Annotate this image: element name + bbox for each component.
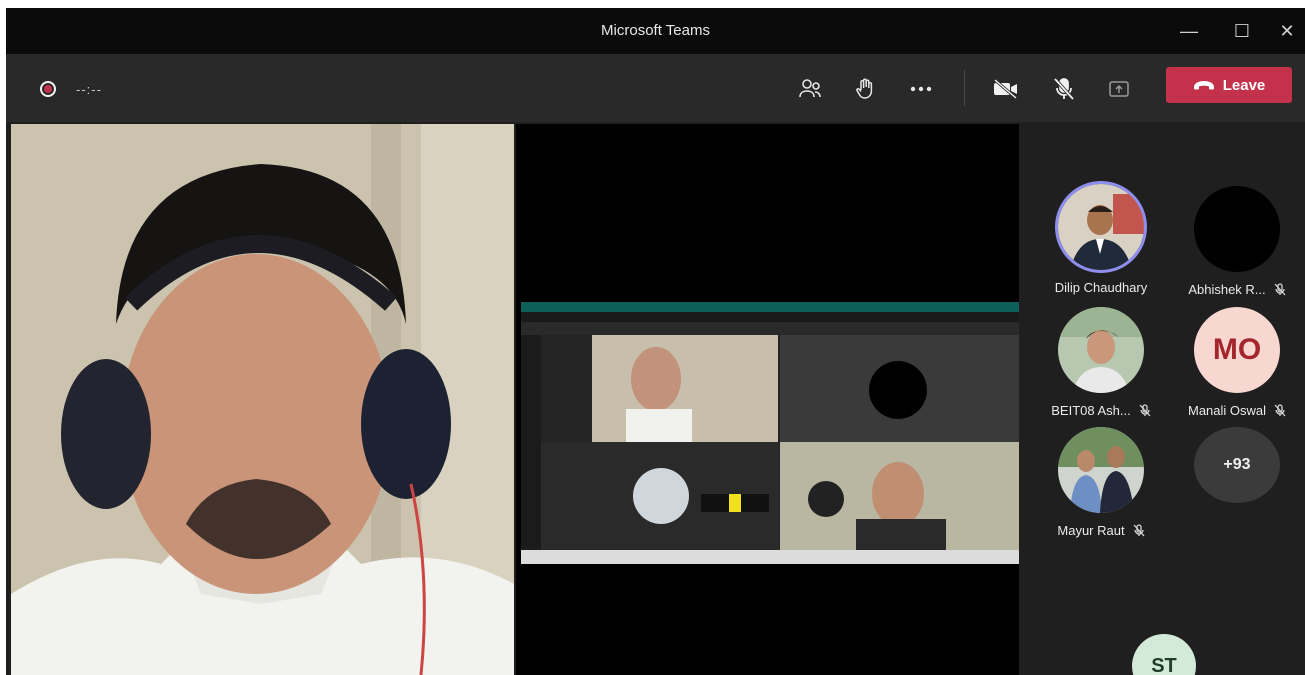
- toolbar-divider: [964, 70, 965, 106]
- teams-window: Microsoft Teams — ☐ ✕ --:-- Leave Dilip …: [6, 8, 1305, 675]
- camera-off-icon: [994, 79, 1017, 99]
- participant-name: BEIT08 Ash...: [1051, 403, 1131, 418]
- shared-screen-frame: [516, 124, 1019, 675]
- title-bar: Microsoft Teams — ☐ ✕: [6, 8, 1305, 54]
- mic-off-icon: [1139, 404, 1151, 417]
- avatar: [1058, 307, 1144, 393]
- meeting-timer: --:--: [76, 82, 102, 97]
- mic-off-icon: [1274, 283, 1286, 296]
- camera-toggle-button[interactable]: [986, 70, 1026, 108]
- participant-name: Manali Oswal: [1187, 403, 1267, 418]
- maximize-button[interactable]: ☐: [1227, 18, 1257, 44]
- participant-name-row: Dilip Chaudhary: [1031, 280, 1171, 295]
- minimize-button[interactable]: —: [1174, 18, 1204, 44]
- phone-icon: [1193, 81, 1214, 90]
- window-title: Microsoft Teams: [601, 22, 710, 39]
- raise-hand-button[interactable]: [846, 70, 886, 108]
- avatar-initials: MO: [1194, 307, 1280, 393]
- participant-name-row: Abhishek R...: [1167, 282, 1305, 297]
- meeting-toolbar: --:--: [6, 54, 1305, 122]
- participant-video-main[interactable]: [11, 124, 514, 675]
- mic-toggle-button[interactable]: [1044, 70, 1084, 108]
- participant-tile[interactable]: Dilip Chaudhary: [1031, 184, 1171, 295]
- more-actions-button[interactable]: [901, 70, 941, 108]
- participant-tile[interactable]: MO Manali Oswal: [1167, 307, 1305, 418]
- participant-name-row: Mayur Raut: [1031, 523, 1171, 538]
- participant-name: Abhishek R...: [1188, 282, 1266, 297]
- share-content-button[interactable]: [1099, 70, 1139, 108]
- participant-tile[interactable]: Abhishek R...: [1167, 186, 1305, 297]
- more-participants-tile[interactable]: +93: [1167, 427, 1305, 503]
- close-button[interactable]: ✕: [1272, 18, 1302, 44]
- participant-name-row: Manali Oswal: [1167, 403, 1305, 418]
- avatar-photo: [1058, 184, 1144, 270]
- mic-off-icon: [1133, 524, 1145, 537]
- raise-hand-icon: [856, 78, 873, 99]
- avatar-photo: [1058, 427, 1144, 513]
- participants-panel: Dilip Chaudhary Abhishek R... BEIT08 Ash…: [1019, 122, 1305, 675]
- mic-off-icon: [1274, 404, 1286, 417]
- avatar: [1058, 427, 1144, 513]
- participant-tile[interactable]: Mayur Raut: [1031, 427, 1171, 538]
- mic-off-icon: [1053, 77, 1075, 101]
- participant-name-row: BEIT08 Ash...: [1031, 403, 1171, 418]
- avatar-photo: [1058, 307, 1144, 393]
- participants-icon: [799, 79, 821, 98]
- more-participants-count: +93: [1194, 427, 1280, 503]
- show-participants-button[interactable]: [790, 70, 830, 108]
- participant-video-frame: [11, 124, 514, 675]
- more-icon: [910, 86, 932, 92]
- participant-name: Dilip Chaudhary: [1054, 280, 1148, 295]
- avatar-initials[interactable]: ST: [1132, 634, 1196, 675]
- avatar: [1058, 184, 1144, 270]
- leave-button[interactable]: Leave: [1166, 67, 1292, 103]
- recording-indicator-icon: [40, 81, 56, 97]
- avatar: [1194, 186, 1280, 272]
- leave-label: Leave: [1222, 76, 1266, 94]
- participant-name: Mayur Raut: [1057, 523, 1125, 538]
- share-icon: [1109, 81, 1129, 97]
- participant-tile[interactable]: BEIT08 Ash...: [1031, 307, 1171, 418]
- shared-screen-video[interactable]: [516, 124, 1019, 675]
- meeting-stage: Dilip Chaudhary Abhishek R... BEIT08 Ash…: [6, 122, 1305, 675]
